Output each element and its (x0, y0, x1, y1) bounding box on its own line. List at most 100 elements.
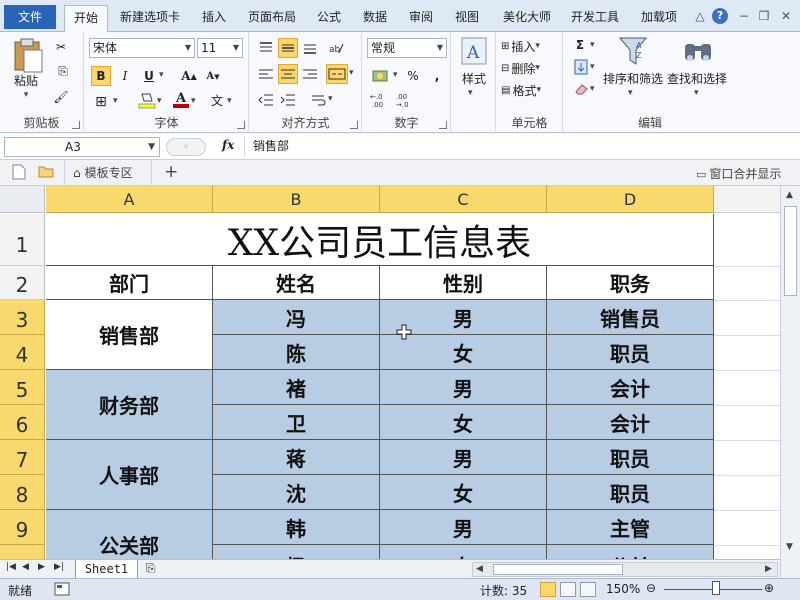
scroll-up-icon[interactable]: ▲ (786, 190, 793, 200)
position-cell[interactable]: 公关 (547, 545, 714, 559)
name-cell[interactable]: 褚 (213, 370, 380, 405)
position-cell[interactable]: 销售员 (547, 300, 714, 335)
find-select-icon[interactable] (682, 36, 714, 71)
phonetic-dropdown-icon[interactable]: ▾ (227, 96, 232, 106)
tab-developer[interactable]: 开发工具 (566, 5, 624, 32)
column-header-c[interactable]: C (380, 186, 547, 213)
paste-button-label[interactable]: 粘贴 (10, 72, 42, 88)
row-header-4[interactable]: 4 (0, 335, 45, 370)
phonetic-guide-icon[interactable]: 文 (207, 90, 227, 110)
copy-icon[interactable]: ⎘ (52, 62, 74, 80)
clear-dropdown-icon[interactable]: ▾ (590, 84, 595, 94)
row-header-3[interactable]: 3 (0, 300, 45, 335)
scroll-down-icon[interactable]: ▼ (786, 542, 793, 552)
header-cell-department[interactable]: 部门 (46, 266, 213, 300)
decrease-decimal-icon[interactable]: .00 →.0 (395, 90, 419, 110)
position-cell[interactable]: 会计 (547, 405, 714, 440)
number-dialog-launcher[interactable] (439, 121, 447, 129)
autosum-icon[interactable]: Σ (572, 36, 588, 54)
borders-icon[interactable]: ⊞ (91, 92, 111, 112)
department-cell-hr[interactable]: 人事部 (46, 440, 213, 510)
font-size-dropdown[interactable]: 11 ▼ (197, 38, 243, 58)
department-cell-pr[interactable]: 公关部 (46, 510, 213, 559)
paste-dropdown-icon[interactable]: ▾ (20, 90, 32, 100)
tab-formulas[interactable]: 公式 (310, 5, 348, 32)
comma-style-button[interactable]: , (427, 66, 447, 86)
gender-cell[interactable]: 男 (380, 440, 547, 475)
row-header-2[interactable]: 2 (0, 266, 45, 300)
department-cell-finance[interactable]: 财务部 (46, 370, 213, 440)
align-bottom-icon[interactable] (300, 38, 320, 58)
tab-view[interactable]: 视图 (448, 5, 486, 32)
wrap-dropdown-icon[interactable]: ▾ (328, 94, 333, 104)
name-cell[interactable]: 蒋 (213, 440, 380, 475)
help-icon[interactable]: ? (712, 8, 728, 24)
page-break-view-icon[interactable] (580, 582, 596, 597)
vertical-scrollbar[interactable]: ▲ ▼ (780, 186, 800, 578)
bold-button[interactable]: B (91, 66, 111, 86)
file-tab[interactable]: 文件 (4, 5, 56, 29)
cut-icon[interactable]: ✂ (52, 38, 70, 56)
horizontal-scroll-thumb[interactable] (493, 564, 623, 575)
next-sheet-icon[interactable]: ▶ (38, 562, 45, 572)
header-cell-gender[interactable]: 性别 (380, 266, 547, 300)
column-header-b[interactable]: B (213, 186, 380, 213)
tab-beautify-master[interactable]: 美化大师 (494, 5, 560, 32)
zoom-out-icon[interactable]: ⊖ (646, 581, 656, 595)
position-cell[interactable]: 主管 (547, 510, 714, 545)
accounting-dropdown-icon[interactable]: ▾ (393, 70, 398, 80)
tab-add-ins[interactable]: 加载项 (634, 5, 684, 32)
column-header-d[interactable]: D (547, 186, 714, 213)
gender-cell[interactable]: 男 (380, 510, 547, 545)
row-header-10[interactable] (0, 545, 45, 559)
delete-cells-button[interactable]: ⊟ 删除 ▾ (501, 58, 540, 78)
sheet-tab-sheet1[interactable]: Sheet1 (75, 560, 138, 579)
template-zone-tab[interactable]: ⌂ 模板专区 (64, 161, 152, 185)
name-cell[interactable]: 卫 (213, 405, 380, 440)
horizontal-scrollbar[interactable]: ◀ ▶ (472, 562, 778, 577)
restore-icon[interactable]: ❐ (756, 8, 772, 24)
alignment-dialog-launcher[interactable] (350, 121, 358, 129)
formula-bar-expand-handle[interactable]: ◦ (166, 138, 206, 156)
row-header-5[interactable]: 5 (0, 370, 45, 405)
italic-button[interactable]: I (115, 66, 135, 86)
sort-filter-icon[interactable]: AZ (618, 36, 648, 71)
wrap-text-icon[interactable] (308, 90, 328, 110)
row-header-6[interactable]: 6 (0, 405, 45, 440)
first-sheet-icon[interactable]: |◀ (6, 562, 16, 572)
font-color-dropdown-icon[interactable]: ▾ (191, 96, 196, 106)
accounting-format-icon[interactable] (369, 66, 393, 86)
clipboard-dialog-launcher[interactable] (72, 121, 80, 129)
gender-cell[interactable]: 女 (380, 545, 547, 559)
tab-home[interactable]: 开始 (64, 5, 108, 32)
position-cell[interactable]: 职员 (547, 335, 714, 370)
page-layout-view-icon[interactable] (560, 582, 576, 597)
position-cell[interactable]: 职员 (547, 440, 714, 475)
font-color-icon[interactable]: A (171, 90, 191, 110)
align-middle-icon[interactable] (278, 38, 298, 58)
close-icon[interactable]: ✕ (778, 8, 794, 24)
name-cell[interactable]: 杨 (213, 545, 380, 559)
scroll-right-icon[interactable]: ▶ (765, 564, 772, 574)
formula-input[interactable]: 销售部 (244, 137, 784, 157)
tab-review[interactable]: 审阅 (402, 5, 440, 32)
clear-icon[interactable] (572, 80, 590, 98)
zoom-slider-thumb[interactable] (712, 581, 720, 595)
sort-filter-dropdown-icon[interactable]: ▾ (628, 88, 633, 98)
increase-indent-icon[interactable] (278, 90, 298, 110)
format-painter-icon[interactable]: 🖌 (52, 88, 70, 106)
decrease-font-button[interactable]: A ▼ (203, 66, 223, 86)
tab-new-tab[interactable]: 新建选项卡 (114, 5, 186, 32)
header-cell-position[interactable]: 职务 (547, 266, 714, 300)
column-header-e[interactable] (714, 186, 780, 213)
fill-icon[interactable] (572, 58, 590, 76)
styles-button-label[interactable]: 样式 (456, 70, 492, 86)
underline-dropdown-icon[interactable]: ▾ (159, 70, 164, 80)
sort-filter-button-label[interactable]: 排序和筛选 (602, 70, 664, 86)
percent-style-button[interactable]: % (403, 66, 423, 86)
align-right-icon[interactable] (300, 64, 320, 84)
last-sheet-icon[interactable]: ▶| (54, 562, 64, 572)
underline-button[interactable]: U (139, 66, 159, 86)
find-select-dropdown-icon[interactable]: ▾ (694, 88, 699, 98)
increase-decimal-icon[interactable]: ←.0.00 (369, 90, 393, 110)
